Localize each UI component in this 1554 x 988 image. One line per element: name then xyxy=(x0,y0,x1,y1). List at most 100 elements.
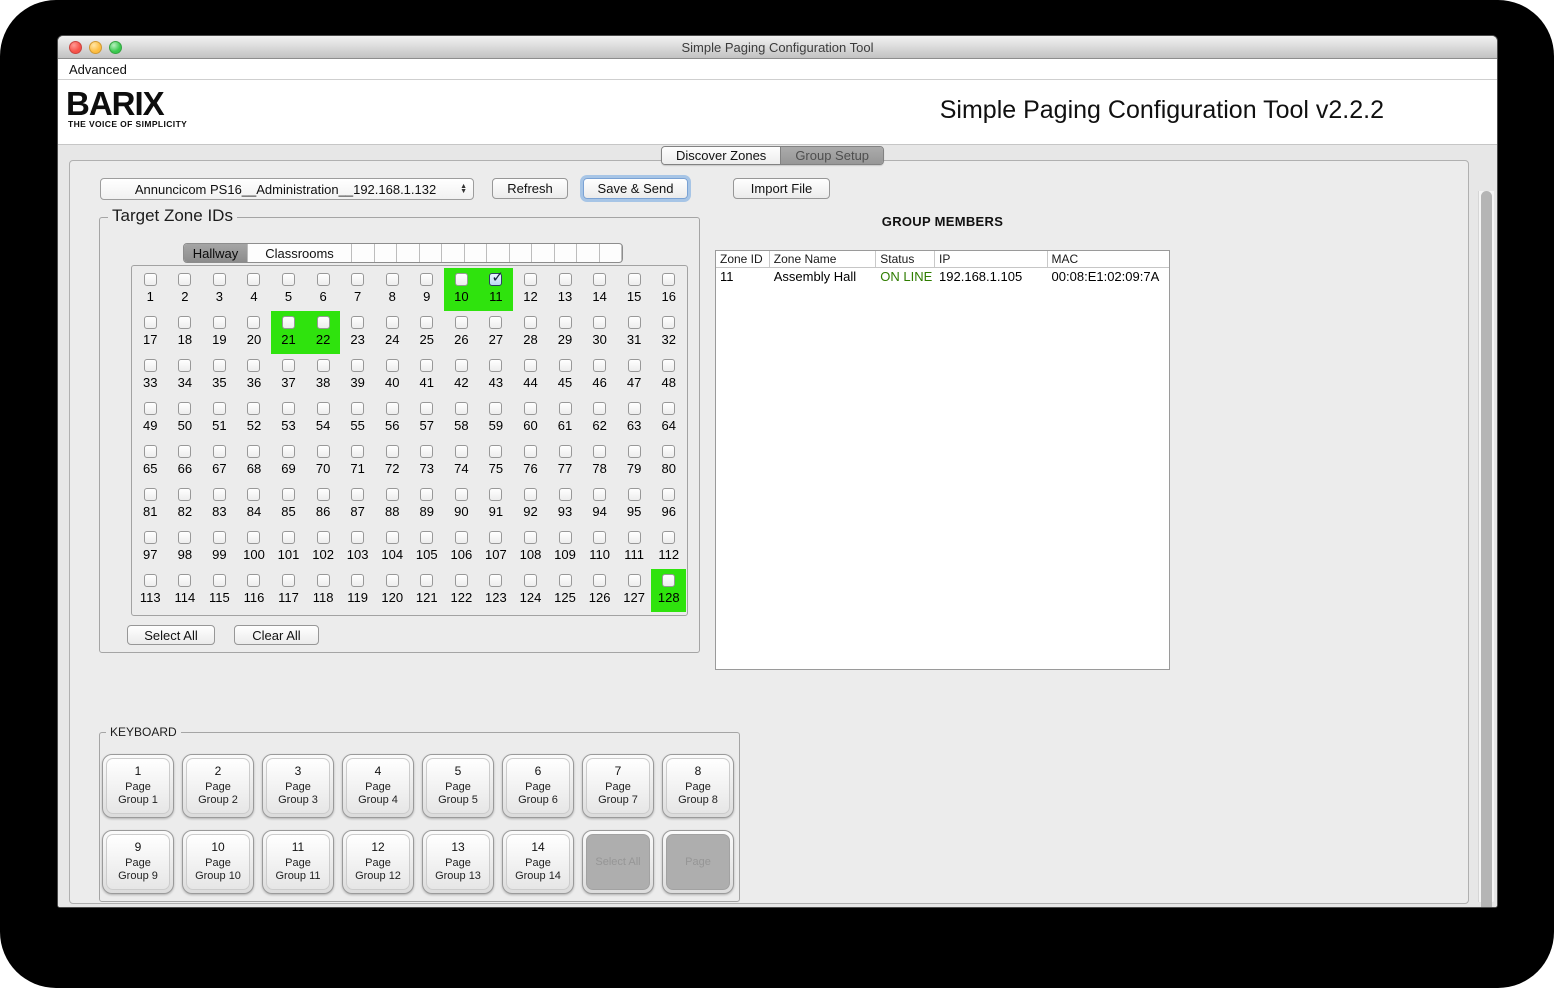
zone-checkbox-105[interactable] xyxy=(420,531,434,544)
key-page-group-14[interactable]: 14 Page Group 14 xyxy=(502,830,574,894)
key-page-group-6[interactable]: 6 Page Group 6 xyxy=(502,754,574,818)
zone-checkbox-124[interactable] xyxy=(523,574,537,587)
zone-checkbox-6[interactable] xyxy=(316,273,330,286)
key-page-group-12[interactable]: 12 Page Group 12 xyxy=(342,830,414,894)
zone-cell-52[interactable]: 52 xyxy=(237,397,272,440)
zone-page-tab-hallway[interactable]: Hallway xyxy=(184,244,248,262)
zone-cell-89[interactable]: 89 xyxy=(410,483,445,526)
zone-cell-55[interactable]: 55 xyxy=(340,397,375,440)
zone-cell-36[interactable]: 36 xyxy=(237,354,272,397)
zone-cell-42[interactable]: 42 xyxy=(444,354,479,397)
title-bar[interactable]: Simple Paging Configuration Tool xyxy=(58,36,1497,59)
zone-checkbox-102[interactable] xyxy=(316,531,330,544)
zone-checkbox-93[interactable] xyxy=(558,488,572,501)
zone-checkbox-106[interactable] xyxy=(454,531,468,544)
zone-cell-61[interactable]: 61 xyxy=(548,397,583,440)
zone-cell-99[interactable]: 99 xyxy=(202,526,237,569)
zone-checkbox-52[interactable] xyxy=(247,402,261,415)
zone-cell-40[interactable]: 40 xyxy=(375,354,410,397)
zone-cell-79[interactable]: 79 xyxy=(617,440,652,483)
zone-cell-32[interactable]: 32 xyxy=(651,311,686,354)
key-page-group-1[interactable]: 1 Page Group 1 xyxy=(102,754,174,818)
key-page-group-7[interactable]: 7 Page Group 7 xyxy=(582,754,654,818)
vertical-scrollbar[interactable] xyxy=(1478,191,1494,907)
zone-checkbox-125[interactable] xyxy=(558,574,572,587)
zone-cell-54[interactable]: 54 xyxy=(306,397,341,440)
zone-cell-104[interactable]: 104 xyxy=(375,526,410,569)
zone-cell-73[interactable]: 73 xyxy=(410,440,445,483)
zone-cell-30[interactable]: 30 xyxy=(582,311,617,354)
zone-checkbox-80[interactable] xyxy=(662,445,676,458)
zone-checkbox-5[interactable] xyxy=(282,273,296,286)
zone-cell-118[interactable]: 118 xyxy=(306,569,341,612)
zone-cell-109[interactable]: 109 xyxy=(548,526,583,569)
zone-checkbox-14[interactable] xyxy=(593,273,607,286)
zone-cell-76[interactable]: 76 xyxy=(513,440,548,483)
zone-checkbox-28[interactable] xyxy=(523,316,537,329)
tab-discover-zones[interactable]: Discover Zones xyxy=(662,147,781,164)
zone-checkbox-83[interactable] xyxy=(212,488,226,501)
menu-advanced[interactable]: Advanced xyxy=(69,62,127,77)
zone-checkbox-127[interactable] xyxy=(627,574,641,587)
zone-cell-106[interactable]: 106 xyxy=(444,526,479,569)
zone-cell-63[interactable]: 63 xyxy=(617,397,652,440)
zone-checkbox-104[interactable] xyxy=(385,531,399,544)
zone-cell-84[interactable]: 84 xyxy=(237,483,272,526)
zone-cell-13[interactable]: 13 xyxy=(548,268,583,311)
zone-checkbox-118[interactable] xyxy=(316,574,330,587)
key-page-group-13[interactable]: 13 Page Group 13 xyxy=(422,830,494,894)
zone-cell-105[interactable]: 105 xyxy=(410,526,445,569)
zone-cell-53[interactable]: 53 xyxy=(271,397,306,440)
zone-cell-19[interactable]: 19 xyxy=(202,311,237,354)
zone-cell-10[interactable]: 10 xyxy=(444,268,479,311)
zone-checkbox-54[interactable] xyxy=(316,402,330,415)
refresh-button[interactable]: Refresh xyxy=(492,178,568,199)
zone-checkbox-111[interactable] xyxy=(627,531,641,544)
zone-cell-38[interactable]: 38 xyxy=(306,354,341,397)
zone-cell-102[interactable]: 102 xyxy=(306,526,341,569)
zone-cell-114[interactable]: 114 xyxy=(168,569,203,612)
zone-checkbox-113[interactable] xyxy=(143,574,157,587)
zone-checkbox-121[interactable] xyxy=(420,574,434,587)
zone-cell-120[interactable]: 120 xyxy=(375,569,410,612)
zone-checkbox-42[interactable] xyxy=(454,359,468,372)
zone-cell-88[interactable]: 88 xyxy=(375,483,410,526)
zone-cell-3[interactable]: 3 xyxy=(202,268,237,311)
zone-checkbox-45[interactable] xyxy=(558,359,572,372)
zone-checkbox-94[interactable] xyxy=(593,488,607,501)
zone-checkbox-55[interactable] xyxy=(351,402,365,415)
key-page-group-9[interactable]: 9 Page Group 9 xyxy=(102,830,174,894)
zone-cell-31[interactable]: 31 xyxy=(617,311,652,354)
tab-group-setup[interactable]: Group Setup xyxy=(780,147,884,164)
zone-cell-46[interactable]: 46 xyxy=(582,354,617,397)
zone-cell-27[interactable]: 27 xyxy=(479,311,514,354)
zone-cell-113[interactable]: 113 xyxy=(133,569,168,612)
zone-checkbox-126[interactable] xyxy=(593,574,607,587)
zone-cell-111[interactable]: 111 xyxy=(617,526,652,569)
zone-checkbox-67[interactable] xyxy=(212,445,226,458)
zone-checkbox-84[interactable] xyxy=(247,488,261,501)
zone-cell-75[interactable]: 75 xyxy=(479,440,514,483)
zone-checkbox-48[interactable] xyxy=(662,359,676,372)
zone-cell-14[interactable]: 14 xyxy=(582,268,617,311)
zone-checkbox-82[interactable] xyxy=(178,488,192,501)
zone-checkbox-98[interactable] xyxy=(178,531,192,544)
zone-cell-112[interactable]: 112 xyxy=(651,526,686,569)
zone-checkbox-107[interactable] xyxy=(489,531,503,544)
zone-checkbox-20[interactable] xyxy=(247,316,261,329)
zone-cell-6[interactable]: 6 xyxy=(306,268,341,311)
zone-checkbox-26[interactable] xyxy=(454,316,468,329)
zone-checkbox-18[interactable] xyxy=(178,316,192,329)
zone-checkbox-22[interactable] xyxy=(316,316,330,329)
zone-checkbox-51[interactable] xyxy=(212,402,226,415)
zone-cell-119[interactable]: 119 xyxy=(340,569,375,612)
zone-checkbox-16[interactable] xyxy=(662,273,676,286)
zone-cell-93[interactable]: 93 xyxy=(548,483,583,526)
zone-cell-49[interactable]: 49 xyxy=(133,397,168,440)
zone-cell-98[interactable]: 98 xyxy=(168,526,203,569)
zone-checkbox-46[interactable] xyxy=(593,359,607,372)
zone-cell-23[interactable]: 23 xyxy=(340,311,375,354)
key-page-group-3[interactable]: 3 Page Group 3 xyxy=(262,754,334,818)
zone-checkbox-109[interactable] xyxy=(558,531,572,544)
zone-checkbox-77[interactable] xyxy=(558,445,572,458)
